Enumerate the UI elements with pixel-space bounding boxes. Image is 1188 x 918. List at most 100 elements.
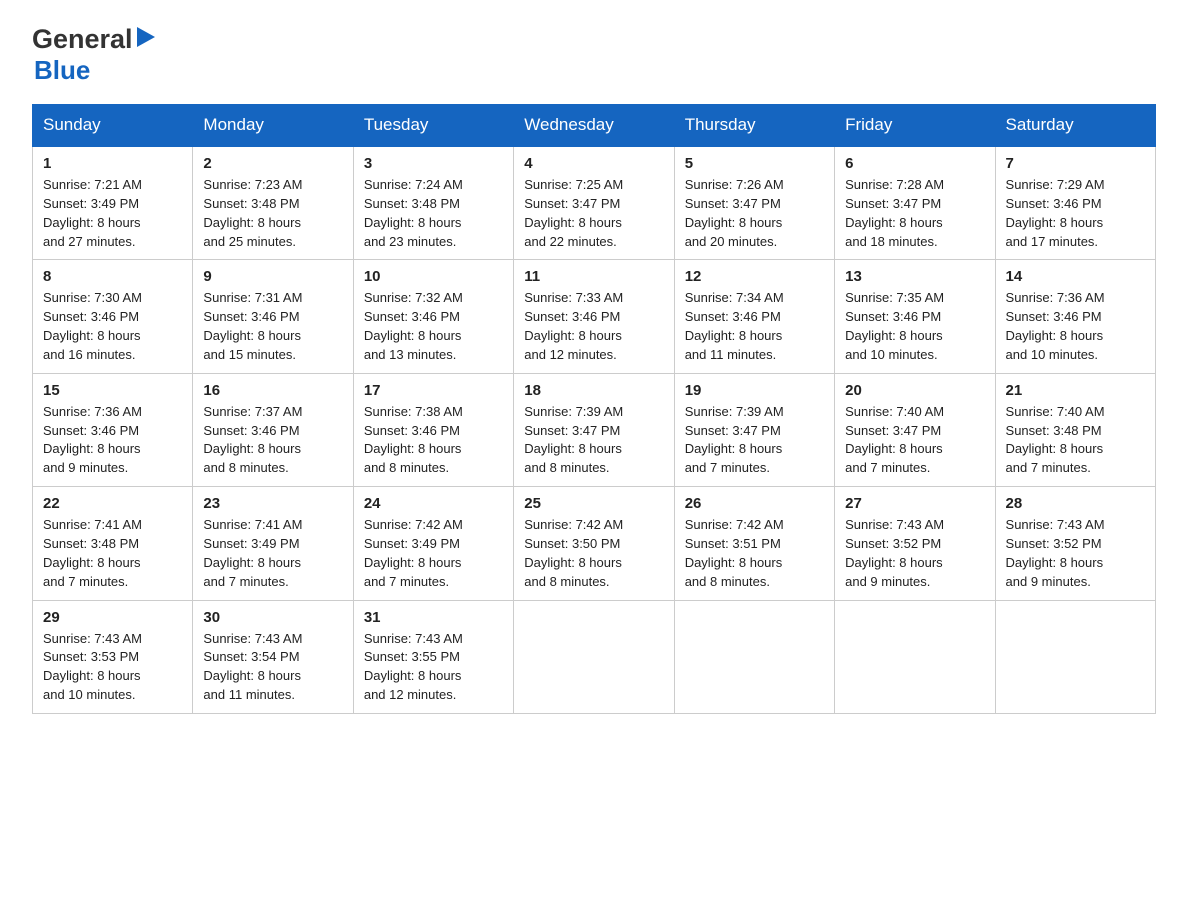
day-info: Sunrise: 7:24 AMSunset: 3:48 PMDaylight:…	[364, 176, 503, 251]
calendar-cell: 3 Sunrise: 7:24 AMSunset: 3:48 PMDaylight…	[353, 146, 513, 260]
calendar-header: SundayMondayTuesdayWednesdayThursdayFrid…	[33, 105, 1156, 147]
day-number: 9	[203, 268, 342, 285]
day-info: Sunrise: 7:31 AMSunset: 3:46 PMDaylight:…	[203, 289, 342, 364]
day-info: Sunrise: 7:43 AMSunset: 3:52 PMDaylight:…	[1006, 516, 1145, 591]
day-number: 19	[685, 382, 824, 399]
header-row: SundayMondayTuesdayWednesdayThursdayFrid…	[33, 105, 1156, 147]
calendar-cell: 30Sunrise: 7:43 AMSunset: 3:54 PMDayligh…	[193, 600, 353, 713]
calendar-cell: 9 Sunrise: 7:31 AMSunset: 3:46 PMDaylight…	[193, 260, 353, 373]
day-number: 11	[524, 268, 663, 285]
calendar-cell: 2Sunrise: 7:23 AMSunset: 3:48 PMDaylight…	[193, 146, 353, 260]
week-row-4: 22Sunrise: 7:41 AMSunset: 3:48 PMDayligh…	[33, 487, 1156, 600]
day-number: 6	[845, 155, 984, 172]
day-info: Sunrise: 7:42 AMSunset: 3:49 PMDaylight:…	[364, 516, 503, 591]
day-number: 4	[524, 155, 663, 172]
calendar-cell: 27 Sunrise: 7:43 AMSunset: 3:52 PMDayligh…	[835, 487, 995, 600]
calendar-cell: 28 Sunrise: 7:43 AMSunset: 3:52 PMDayligh…	[995, 487, 1155, 600]
day-info: Sunrise: 7:29 AMSunset: 3:46 PMDaylight:…	[1006, 176, 1145, 251]
day-number: 16	[203, 382, 342, 399]
week-row-3: 15Sunrise: 7:36 AMSunset: 3:46 PMDayligh…	[33, 373, 1156, 486]
day-number: 1	[43, 155, 182, 172]
day-info: Sunrise: 7:25 AMSunset: 3:47 PMDaylight:…	[524, 176, 663, 251]
day-number: 22	[43, 495, 182, 512]
calendar-cell: 26 Sunrise: 7:42 AMSunset: 3:51 PMDayligh…	[674, 487, 834, 600]
week-row-5: 29 Sunrise: 7:43 AMSunset: 3:53 PMDayligh…	[33, 600, 1156, 713]
day-info: Sunrise: 7:38 AMSunset: 3:46 PMDaylight:…	[364, 403, 503, 478]
logo: General Blue	[32, 24, 155, 86]
week-row-1: 1 Sunrise: 7:21 AMSunset: 3:49 PMDaylight…	[33, 146, 1156, 260]
calendar-cell: 13 Sunrise: 7:35 AMSunset: 3:46 PMDayligh…	[835, 260, 995, 373]
calendar-cell	[995, 600, 1155, 713]
calendar-cell: 11 Sunrise: 7:33 AMSunset: 3:46 PMDayligh…	[514, 260, 674, 373]
day-number: 8	[43, 268, 182, 285]
header-day-sunday: Sunday	[33, 105, 193, 147]
day-info: Sunrise: 7:42 AMSunset: 3:50 PMDaylight:…	[524, 516, 663, 591]
day-number: 25	[524, 495, 663, 512]
day-number: 21	[1006, 382, 1145, 399]
day-info: Sunrise: 7:39 AMSunset: 3:47 PMDaylight:…	[524, 403, 663, 478]
day-info: Sunrise: 7:36 AMSunset: 3:46 PMDaylight:…	[43, 403, 182, 478]
calendar-cell: 24 Sunrise: 7:42 AMSunset: 3:49 PMDayligh…	[353, 487, 513, 600]
calendar-cell: 1 Sunrise: 7:21 AMSunset: 3:49 PMDaylight…	[33, 146, 193, 260]
day-number: 23	[203, 495, 342, 512]
day-number: 10	[364, 268, 503, 285]
day-info: Sunrise: 7:33 AMSunset: 3:46 PMDaylight:…	[524, 289, 663, 364]
day-info: Sunrise: 7:26 AMSunset: 3:47 PMDaylight:…	[685, 176, 824, 251]
logo-arrow-icon	[137, 27, 155, 52]
day-number: 27	[845, 495, 984, 512]
day-number: 31	[364, 609, 503, 626]
calendar-cell: 15Sunrise: 7:36 AMSunset: 3:46 PMDayligh…	[33, 373, 193, 486]
calendar-cell	[835, 600, 995, 713]
calendar-cell: 12 Sunrise: 7:34 AMSunset: 3:46 PMDayligh…	[674, 260, 834, 373]
day-number: 5	[685, 155, 824, 172]
day-number: 14	[1006, 268, 1145, 285]
day-info: Sunrise: 7:43 AMSunset: 3:53 PMDaylight:…	[43, 630, 182, 705]
calendar-cell: 31 Sunrise: 7:43 AMSunset: 3:55 PMDayligh…	[353, 600, 513, 713]
calendar-cell: 4 Sunrise: 7:25 AMSunset: 3:47 PMDaylight…	[514, 146, 674, 260]
calendar-cell: 14Sunrise: 7:36 AMSunset: 3:46 PMDayligh…	[995, 260, 1155, 373]
day-info: Sunrise: 7:41 AMSunset: 3:49 PMDaylight:…	[203, 516, 342, 591]
day-number: 13	[845, 268, 984, 285]
day-info: Sunrise: 7:34 AMSunset: 3:46 PMDaylight:…	[685, 289, 824, 364]
calendar-table: SundayMondayTuesdayWednesdayThursdayFrid…	[32, 104, 1156, 714]
calendar-cell: 8 Sunrise: 7:30 AMSunset: 3:46 PMDaylight…	[33, 260, 193, 373]
calendar-cell: 22Sunrise: 7:41 AMSunset: 3:48 PMDayligh…	[33, 487, 193, 600]
day-info: Sunrise: 7:21 AMSunset: 3:49 PMDaylight:…	[43, 176, 182, 251]
day-number: 20	[845, 382, 984, 399]
header-day-thursday: Thursday	[674, 105, 834, 147]
day-number: 12	[685, 268, 824, 285]
calendar-cell: 19Sunrise: 7:39 AMSunset: 3:47 PMDayligh…	[674, 373, 834, 486]
calendar-body: 1 Sunrise: 7:21 AMSunset: 3:49 PMDaylight…	[33, 146, 1156, 713]
week-row-2: 8 Sunrise: 7:30 AMSunset: 3:46 PMDaylight…	[33, 260, 1156, 373]
day-number: 24	[364, 495, 503, 512]
day-number: 7	[1006, 155, 1145, 172]
day-number: 2	[203, 155, 342, 172]
day-info: Sunrise: 7:43 AMSunset: 3:55 PMDaylight:…	[364, 630, 503, 705]
day-number: 26	[685, 495, 824, 512]
header-day-friday: Friday	[835, 105, 995, 147]
day-info: Sunrise: 7:40 AMSunset: 3:47 PMDaylight:…	[845, 403, 984, 478]
day-number: 17	[364, 382, 503, 399]
calendar-cell: 17 Sunrise: 7:38 AMSunset: 3:46 PMDayligh…	[353, 373, 513, 486]
calendar-cell: 18 Sunrise: 7:39 AMSunset: 3:47 PMDayligh…	[514, 373, 674, 486]
calendar-cell: 23 Sunrise: 7:41 AMSunset: 3:49 PMDayligh…	[193, 487, 353, 600]
day-info: Sunrise: 7:28 AMSunset: 3:47 PMDaylight:…	[845, 176, 984, 251]
calendar-cell: 5 Sunrise: 7:26 AMSunset: 3:47 PMDaylight…	[674, 146, 834, 260]
day-info: Sunrise: 7:43 AMSunset: 3:52 PMDaylight:…	[845, 516, 984, 591]
day-number: 29	[43, 609, 182, 626]
page-header: General Blue	[32, 24, 1156, 86]
day-info: Sunrise: 7:35 AMSunset: 3:46 PMDaylight:…	[845, 289, 984, 364]
calendar-cell: 10Sunrise: 7:32 AMSunset: 3:46 PMDayligh…	[353, 260, 513, 373]
day-number: 18	[524, 382, 663, 399]
calendar-cell: 21Sunrise: 7:40 AMSunset: 3:48 PMDayligh…	[995, 373, 1155, 486]
header-day-tuesday: Tuesday	[353, 105, 513, 147]
day-info: Sunrise: 7:30 AMSunset: 3:46 PMDaylight:…	[43, 289, 182, 364]
day-number: 3	[364, 155, 503, 172]
logo-blue-text: Blue	[32, 55, 90, 86]
day-info: Sunrise: 7:42 AMSunset: 3:51 PMDaylight:…	[685, 516, 824, 591]
calendar-cell: 29 Sunrise: 7:43 AMSunset: 3:53 PMDayligh…	[33, 600, 193, 713]
calendar-cell: 6 Sunrise: 7:28 AMSunset: 3:47 PMDaylight…	[835, 146, 995, 260]
header-day-monday: Monday	[193, 105, 353, 147]
day-number: 28	[1006, 495, 1145, 512]
calendar-cell: 16Sunrise: 7:37 AMSunset: 3:46 PMDayligh…	[193, 373, 353, 486]
